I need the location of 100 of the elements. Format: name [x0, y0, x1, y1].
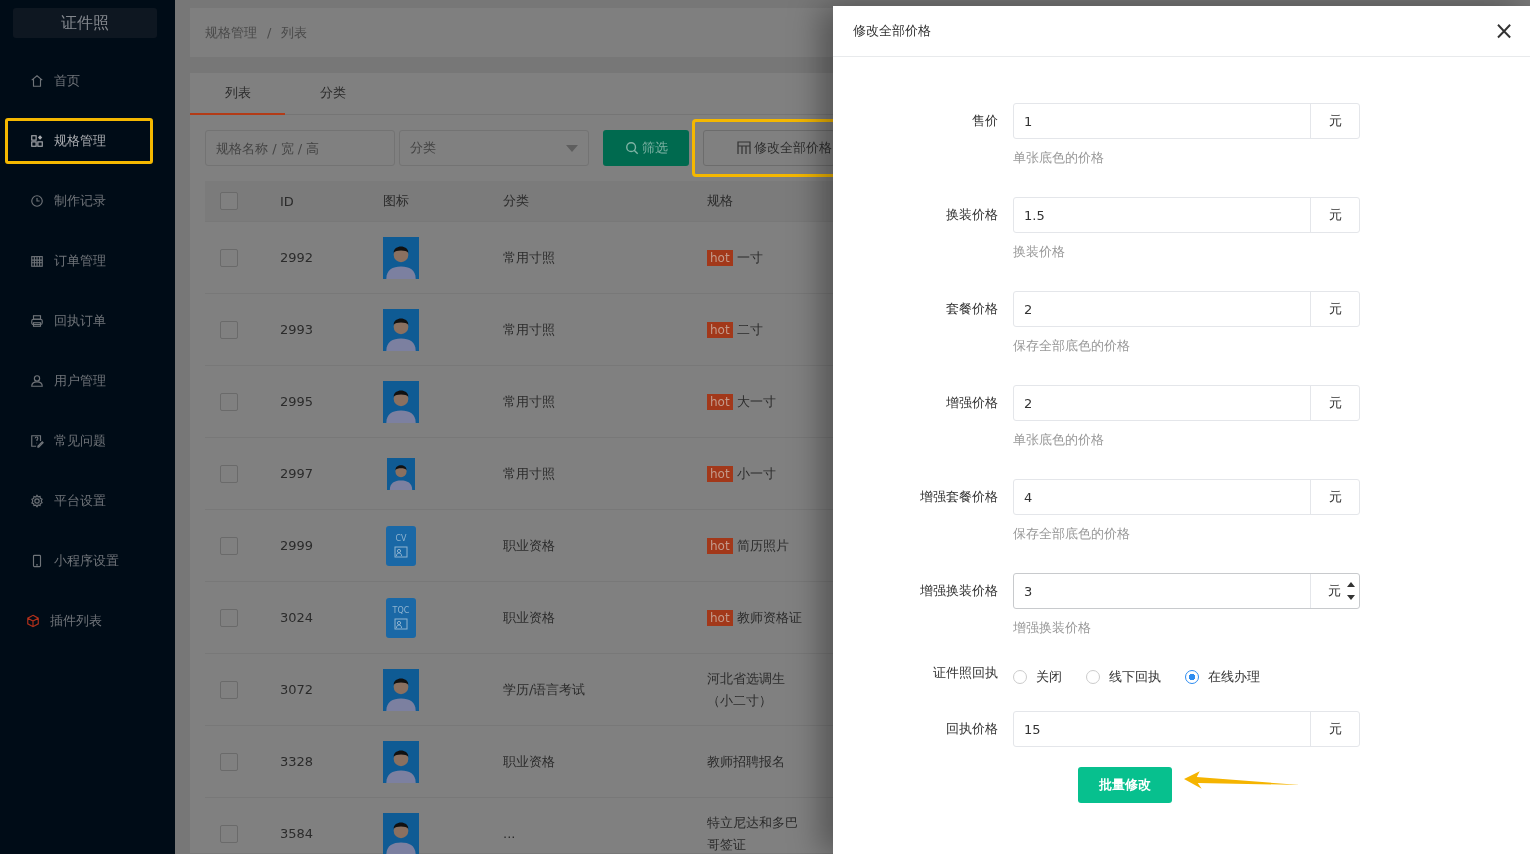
menu-label: 规格管理	[54, 132, 106, 150]
unit-addon: 元	[1310, 104, 1359, 138]
radio-option[interactable]: 关闭	[1013, 668, 1062, 686]
menu-label: 平台设置	[54, 492, 106, 510]
number-input-field[interactable]: 15 元	[1013, 711, 1360, 747]
column-header: 图标	[382, 192, 410, 210]
field-label: 套餐价格	[945, 300, 999, 318]
field-hint: 单张底色的价格	[1013, 149, 1105, 167]
menu-label: 插件列表	[50, 612, 102, 630]
hot-tag: hot	[707, 465, 733, 482]
table-cell-text: 常用寸照	[502, 464, 556, 483]
table-cell-text: 2997	[279, 466, 315, 481]
question-note-icon	[30, 434, 44, 448]
table-cell-text: 2995	[279, 394, 315, 409]
field-label: 增强套餐价格	[919, 488, 999, 506]
hot-tag: hot	[707, 609, 733, 626]
unit-addon: 元	[1310, 386, 1359, 420]
menu-item[interactable]: 插件列表	[5, 598, 153, 644]
hot-tag: hot	[707, 537, 733, 554]
search-field[interactable]: 规格名称 / 宽 / 高	[205, 130, 395, 166]
field-hint: 增强换装价格	[1013, 619, 1092, 637]
field-label: 换装价格	[945, 206, 999, 224]
tab[interactable]: 分类	[285, 73, 380, 115]
menu-label: 常见问题	[54, 432, 106, 450]
table-cell-text: 职业资格	[502, 608, 556, 627]
avatar-silhouette	[383, 668, 419, 711]
table-cell-text: 职业资格	[502, 536, 556, 555]
document-badge-icon: TQC	[386, 597, 416, 638]
hot-tag: hot	[707, 249, 733, 266]
table-cell-text: 常用寸照	[502, 392, 556, 411]
number-input-field[interactable]: 4 元	[1013, 479, 1360, 515]
field-hint: 单张底色的价格	[1013, 431, 1105, 449]
drawer-title: 修改全部价格	[853, 22, 931, 40]
field-label: 售价	[971, 112, 999, 130]
number-input-field[interactable]: 1.5 元	[1013, 197, 1360, 233]
table-cell-text: 3584	[279, 826, 315, 841]
avatar-silhouette	[383, 308, 419, 351]
menu-label: 小程序设置	[54, 552, 119, 570]
field-label: 增强价格	[945, 394, 999, 412]
home-icon	[30, 74, 44, 88]
document-badge-icon: CV	[386, 525, 416, 566]
batch-edit-button[interactable]: 批量修改	[1078, 767, 1172, 803]
table-cell-text: 教师招聘报名	[707, 752, 786, 771]
unit-addon: 元	[1310, 292, 1359, 326]
app-logo: 证件照	[13, 8, 157, 38]
radio-circle[interactable]	[1185, 670, 1199, 684]
hot-tag: hot	[707, 321, 733, 338]
phone-icon	[30, 554, 44, 568]
table-cell-text: 河北省选调生（小二寸）	[707, 669, 786, 710]
column-header: ID	[279, 193, 295, 209]
menu-item[interactable]: 平台设置	[5, 478, 153, 524]
menu-item[interactable]: 常见问题	[5, 418, 153, 464]
unit-addon: 元	[1310, 480, 1359, 514]
field-label: 回执价格	[945, 720, 999, 738]
category-select[interactable]: 分类	[399, 130, 589, 166]
table-cell-text: 学历/语言考试	[502, 680, 587, 699]
avatar-silhouette	[383, 740, 419, 783]
menu-item[interactable]: 订单管理	[5, 238, 153, 284]
filter-button[interactable]: 筛选	[603, 130, 689, 166]
menu-label: 用户管理	[54, 372, 106, 390]
avatar-silhouette	[383, 380, 419, 423]
table-cell-text: 3072	[279, 682, 315, 697]
hot-tag: hot	[707, 393, 733, 410]
field-hint: 保存全部底色的价格	[1013, 337, 1131, 355]
printer-icon	[30, 314, 44, 328]
table-cell-text: 3328	[279, 754, 315, 769]
number-input-field[interactable]: 3 元	[1013, 573, 1360, 609]
grid-icon	[737, 141, 751, 155]
field-hint: 换装价格	[1013, 243, 1066, 261]
tab[interactable]: 列表	[190, 73, 285, 115]
user-icon	[30, 374, 44, 388]
breadcrumb-separator: /	[267, 25, 272, 40]
menu-item[interactable]: 规格管理	[5, 118, 153, 164]
menu-label: 回执订单	[54, 312, 106, 330]
menu-label: 订单管理	[54, 252, 106, 270]
column-header: 分类	[502, 192, 530, 210]
table-cell-text: 2992	[279, 250, 315, 265]
number-input-field[interactable]: 1 元	[1013, 103, 1360, 139]
field-hint: 保存全部底色的价格	[1013, 525, 1131, 543]
radio-option[interactable]: 在线办理	[1185, 668, 1260, 686]
menu-item[interactable]: 首页	[5, 58, 153, 104]
menu-item[interactable]: 制作记录	[5, 178, 153, 224]
number-input-field[interactable]: 2 元	[1013, 291, 1360, 327]
table-cell-text: 2999	[279, 538, 315, 553]
table-cell-text: 教师资格证	[736, 608, 802, 627]
table-cell-text: ...	[502, 826, 517, 841]
table-cell-text: 职业资格	[502, 752, 556, 771]
edit-all-button[interactable]: 修改全部价格	[703, 130, 835, 166]
avatar-silhouette	[387, 457, 415, 490]
unit-addon: 元	[1310, 712, 1359, 746]
search-icon	[624, 141, 639, 155]
number-input-field[interactable]: 2 元	[1013, 385, 1360, 421]
menu-item[interactable]: 用户管理	[5, 358, 153, 404]
clock-icon	[30, 194, 44, 208]
table-cell-text: 二寸	[736, 320, 763, 339]
radio-option[interactable]: 线下回执	[1086, 668, 1161, 686]
menu-item[interactable]: 回执订单	[5, 298, 153, 344]
close-button[interactable]: ×	[1489, 19, 1518, 43]
grid-icon	[30, 134, 44, 148]
menu-item[interactable]: 小程序设置	[5, 538, 153, 584]
